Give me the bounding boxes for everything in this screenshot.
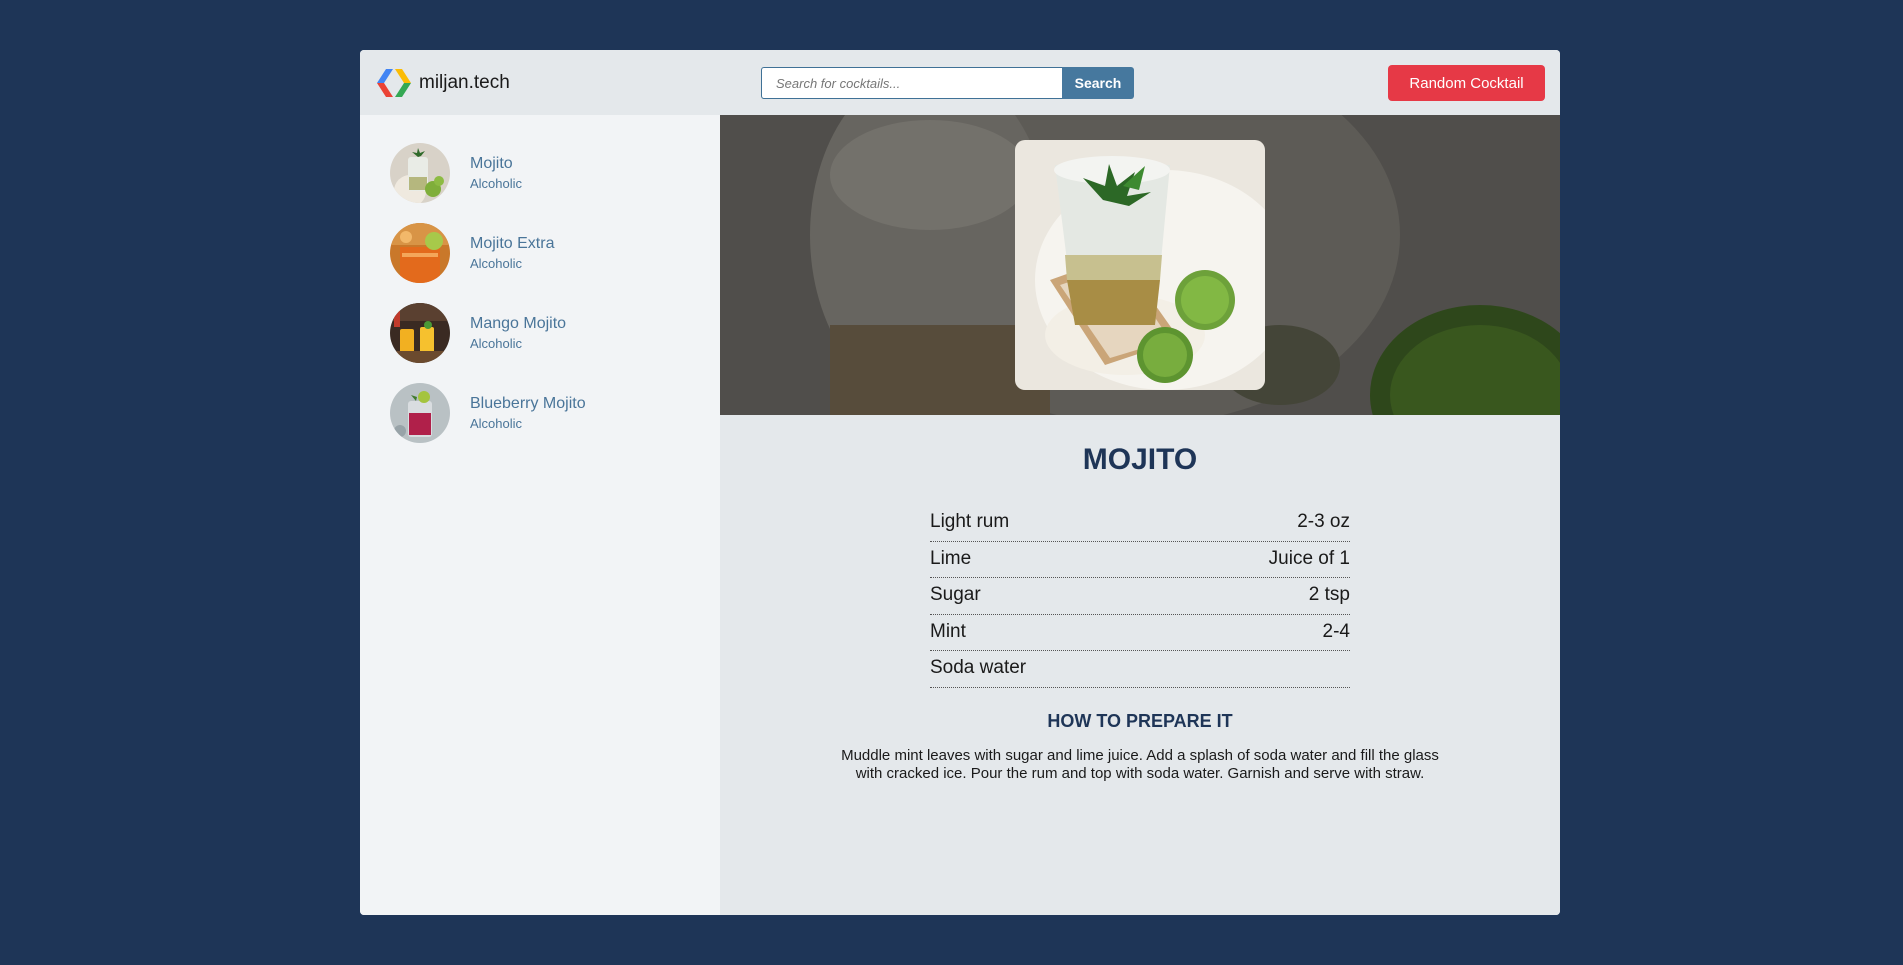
ingredient-name: Light rum (930, 511, 1010, 532)
cocktail-detail: MOJITO Light rum 2-3 oz Lime Juice of 1 … (720, 115, 1560, 915)
cocktail-name: Mojito Extra (470, 235, 555, 252)
brand-name: miljan.tech (419, 72, 510, 93)
cocktail-thumbnail (390, 383, 450, 443)
ingredient-row: Mint 2-4 (930, 615, 1350, 651)
ingredient-row: Lime Juice of 1 (930, 542, 1350, 578)
ingredient-measure: 2-4 (1322, 620, 1350, 642)
cocktail-category: Alcoholic (470, 336, 523, 351)
header: miljan.tech Search Random Cocktail (360, 50, 1560, 115)
app-window: miljan.tech Search Random Cocktail (360, 50, 1560, 915)
cocktail-thumbnail (390, 223, 450, 283)
cocktail-thumbnail (390, 143, 450, 203)
ingredient-row: Soda water (930, 651, 1350, 688)
cocktail-category: Alcoholic (470, 176, 523, 191)
brand-logo-icon (376, 68, 412, 98)
cocktail-name: Blueberry Mojito (470, 395, 586, 412)
logo[interactable]: miljan.tech (376, 68, 510, 98)
drink-title: MOJITO (1082, 443, 1198, 476)
cocktail-name: Mango Mojito (470, 315, 567, 332)
cocktail-photo (1015, 140, 1265, 390)
hero-banner (720, 115, 1560, 415)
ingredient-name: Lime (930, 547, 972, 569)
list-item-mango-mojito[interactable]: Mango Mojito Alcoholic (390, 303, 566, 363)
cocktail-list: Mojito Alcoholic Mojito Extra Alcoholic (360, 115, 720, 915)
random-cocktail-button[interactable]: Random Cocktail (1388, 65, 1545, 101)
ingredient-name: Mint (930, 620, 966, 642)
ingredient-list: Light rum 2-3 oz Lime Juice of 1 Sugar 2… (930, 505, 1350, 688)
cocktail-name: Mojito (470, 155, 513, 172)
search-button[interactable]: Search (1062, 67, 1134, 99)
ingredient-name: Sugar (930, 584, 981, 605)
ingredient-measure: 2-3 oz (1297, 511, 1350, 532)
ingredient-row: Light rum 2-3 oz (930, 505, 1350, 542)
search-bar: Search (761, 67, 1134, 99)
list-item-mojito[interactable]: Mojito Alcoholic (390, 143, 522, 203)
ingredient-name: Soda water (930, 657, 1027, 678)
cocktail-category: Alcoholic (470, 416, 523, 431)
prep-heading: HOW TO PREPARE IT (1047, 711, 1233, 731)
cocktail-thumbnail (390, 303, 450, 363)
ingredient-measure: Juice of 1 (1268, 547, 1350, 569)
ingredient-row: Sugar 2 tsp (930, 578, 1350, 615)
list-item-mojito-extra[interactable]: Mojito Extra Alcoholic (390, 223, 554, 283)
list-item-blueberry-mojito[interactable]: Blueberry Mojito Alcoholic (390, 383, 586, 443)
cocktail-category: Alcoholic (470, 256, 523, 271)
ingredient-measure: 2 tsp (1308, 584, 1350, 605)
search-input[interactable] (761, 67, 1062, 99)
prep-instructions: Muddle mint leaves with sugar and lime j… (841, 747, 1439, 782)
